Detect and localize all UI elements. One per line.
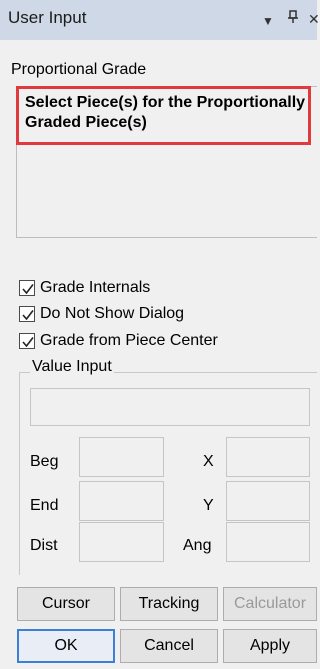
dist-field[interactable] (79, 522, 164, 562)
title-bar: User Input ▼ ✕ (0, 0, 320, 40)
x-label: X (203, 453, 214, 470)
grade-from-piece-center-option[interactable]: Grade from Piece Center (19, 331, 218, 351)
grade-from-piece-center-label[interactable]: Grade from Piece Center (40, 332, 218, 350)
dropdown-arrow-icon[interactable]: ▼ (262, 12, 274, 30)
beg-field[interactable] (79, 437, 164, 477)
calculator-button: Calculator (223, 587, 317, 621)
grade-internals-checkbox[interactable] (19, 280, 35, 296)
do-not-show-dialog-label[interactable]: Do Not Show Dialog (40, 305, 184, 323)
panel-title: User Input (8, 8, 87, 27)
grade-internals-label[interactable]: Grade Internals (40, 279, 150, 297)
prompt-area: Select Piece(s) for the Proportionally G… (16, 86, 317, 238)
x-field[interactable] (226, 437, 310, 477)
do-not-show-dialog-option[interactable]: Do Not Show Dialog (19, 304, 184, 324)
grade-internals-option[interactable]: Grade Internals (19, 278, 150, 298)
value-input-label: Value Input (30, 358, 114, 376)
end-field[interactable] (79, 481, 164, 521)
cancel-button[interactable]: Cancel (120, 629, 218, 663)
ang-label: Ang (183, 537, 212, 554)
ang-field[interactable] (226, 522, 310, 562)
ok-button[interactable]: OK (17, 629, 115, 663)
section-label: Proportional Grade (11, 61, 147, 78)
cursor-button[interactable]: Cursor (17, 587, 115, 621)
pin-icon[interactable] (287, 10, 299, 28)
do-not-show-dialog-checkbox[interactable] (19, 306, 35, 322)
apply-button[interactable]: Apply (223, 629, 317, 663)
dist-label: Dist (30, 537, 58, 554)
end-label: End (30, 497, 59, 514)
y-field[interactable] (226, 481, 310, 521)
prompt-text: Select Piece(s) for the Proportionally G… (25, 94, 306, 131)
beg-label: Beg (30, 453, 59, 470)
y-label: Y (203, 497, 214, 514)
close-icon[interactable]: ✕ (308, 10, 320, 28)
grade-from-piece-center-checkbox[interactable] (19, 333, 35, 349)
value-input-field[interactable] (30, 388, 310, 426)
tracking-button[interactable]: Tracking (120, 587, 218, 621)
user-input-panel: User Input ▼ ✕ Proportional Grade Select… (0, 0, 320, 669)
